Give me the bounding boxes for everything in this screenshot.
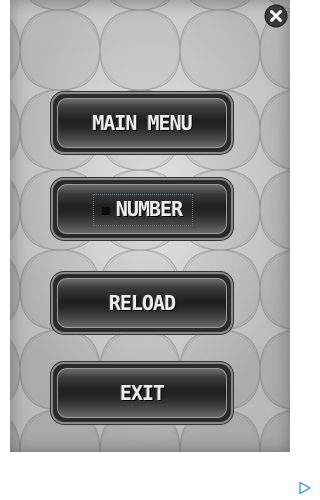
reload-label: RELOAD xyxy=(108,291,176,315)
number-label-wrap: NUMBER xyxy=(53,197,231,221)
number-label: NUMBER xyxy=(115,197,183,221)
reload-button[interactable]: RELOAD xyxy=(51,272,233,334)
number-button[interactable]: NUMBER xyxy=(51,178,233,240)
close-icon xyxy=(264,4,288,28)
exit-label: EXIT xyxy=(119,381,165,405)
selection-marker-icon xyxy=(101,206,110,215)
main-menu-button[interactable]: MAIN MENU xyxy=(51,92,233,154)
main-menu-label: MAIN MENU xyxy=(92,111,192,135)
ad-choices-button[interactable] xyxy=(298,480,312,495)
exit-button[interactable]: EXIT xyxy=(51,362,233,424)
close-button[interactable] xyxy=(264,4,288,28)
menu-panel: MAIN MENU NUMBER RELOAD EXIT xyxy=(10,0,290,452)
play-triangle-icon xyxy=(299,481,311,495)
